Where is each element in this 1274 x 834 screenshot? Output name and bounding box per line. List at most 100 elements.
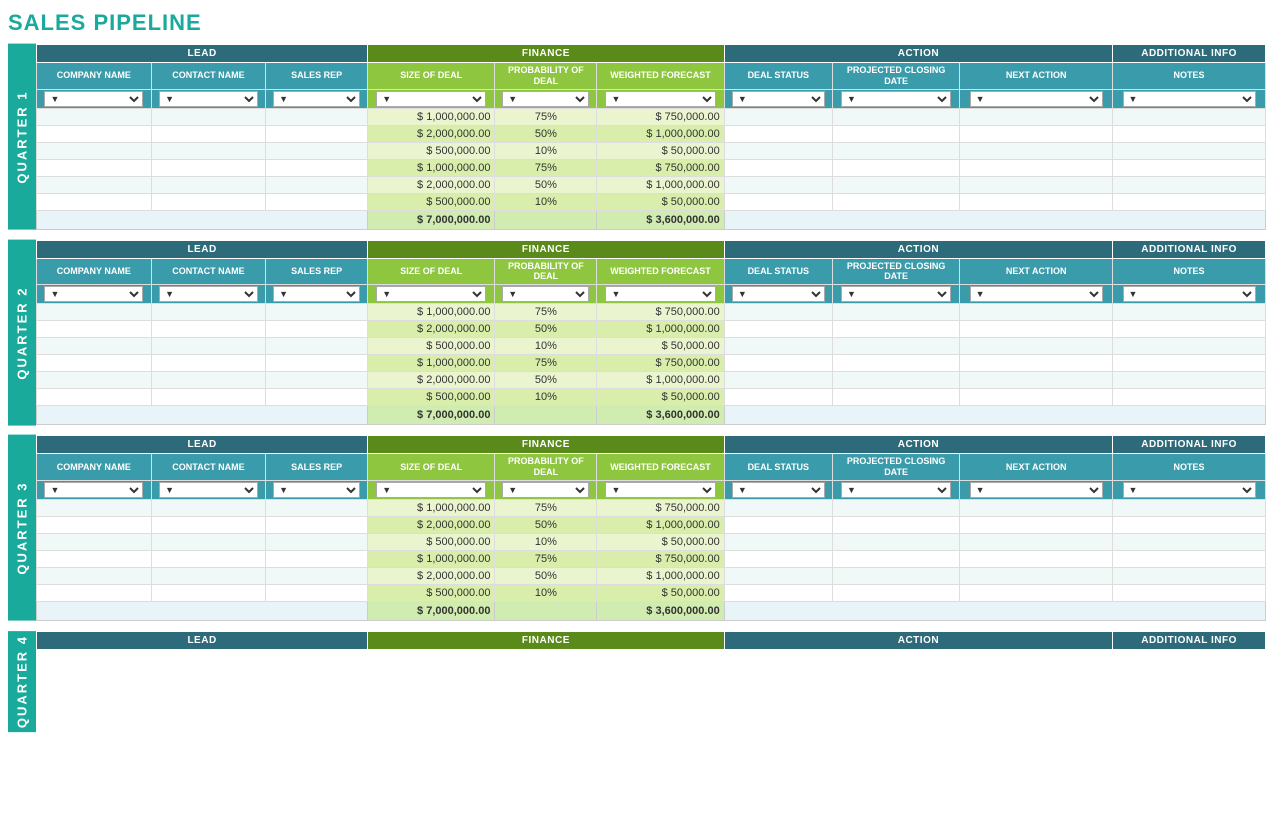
filter-contact-select[interactable]: ▼ [159, 286, 258, 302]
filter-nextaction: ▼ [960, 89, 1113, 108]
th-contact-name: CONTACT NAME [151, 63, 266, 90]
cell-weighted: $ 1,000,000.00 [597, 567, 724, 584]
filter-salesrep-select[interactable]: ▼ [273, 91, 360, 107]
cell-contact [151, 372, 266, 389]
filter-company-select[interactable]: ▼ [44, 286, 143, 302]
cell-contact [151, 338, 266, 355]
filter-contact-select[interactable]: ▼ [159, 482, 258, 498]
filter-company-select[interactable]: ▼ [44, 91, 143, 107]
quarter-label-q4: QUARTER 4 [8, 631, 36, 732]
cell-contact [151, 584, 266, 601]
th-next-action: NEXT ACTION [960, 63, 1113, 90]
filter-salesrep-select[interactable]: ▼ [273, 286, 360, 302]
cell-projdate [832, 125, 959, 142]
quarter-label: QUARTER 2 [8, 240, 36, 426]
filter-weighted-select[interactable]: ▼ [605, 91, 715, 107]
th-next-action: NEXT ACTION [960, 454, 1113, 481]
filter-salesrep-select[interactable]: ▼ [273, 482, 360, 498]
cell-dealstatus [724, 159, 832, 176]
filter-sizedeal-select[interactable]: ▼ [376, 286, 486, 302]
cell-projdate [832, 321, 959, 338]
section-finance-header: FINANCE [368, 240, 725, 258]
cell-projdate [832, 176, 959, 193]
filter-dealstatus: ▼ [724, 285, 832, 304]
filter-prob-select[interactable]: ▼ [502, 482, 589, 498]
filter-weighted-select[interactable]: ▼ [605, 482, 715, 498]
filter-prob-select[interactable]: ▼ [502, 91, 589, 107]
cell-prob: 75% [495, 355, 597, 372]
cell-notes [1113, 338, 1266, 355]
filter-projdate-select[interactable]: ▼ [841, 91, 951, 107]
filter-notes-select[interactable]: ▼ [1123, 286, 1256, 302]
filter-company-select[interactable]: ▼ [44, 482, 143, 498]
cell-projdate [832, 567, 959, 584]
cell-dealstatus [724, 321, 832, 338]
filter-projdate: ▼ [832, 89, 959, 108]
cell-notes [1113, 567, 1266, 584]
filter-dealstatus-select[interactable]: ▼ [732, 91, 825, 107]
cell-contact [151, 533, 266, 550]
cell-salesrep [266, 176, 368, 193]
filter-weighted: ▼ [597, 480, 724, 499]
cell-salesrep [266, 321, 368, 338]
filter-row: ▼ ▼ ▼ ▼ ▼ ▼ ▼ ▼ ▼ ▼ [37, 480, 1266, 499]
filter-contact-select[interactable]: ▼ [159, 91, 258, 107]
total-rest [724, 601, 1265, 620]
total-label [37, 210, 368, 229]
cell-company [37, 499, 152, 516]
cell-size: $ 500,000.00 [368, 338, 495, 355]
filter-projdate-select[interactable]: ▼ [841, 286, 951, 302]
table-row: $ 2,000,000.00 50% $ 1,000,000.00 [37, 125, 1266, 142]
filter-sizedeal: ▼ [368, 89, 495, 108]
cell-salesrep [266, 584, 368, 601]
cell-company [37, 567, 152, 584]
cell-size: $ 500,000.00 [368, 193, 495, 210]
filter-nextaction-select[interactable]: ▼ [970, 91, 1103, 107]
cell-company [37, 159, 152, 176]
page-title: SALES PIPELINE [8, 10, 1266, 36]
cell-size: $ 2,000,000.00 [368, 567, 495, 584]
filter-projdate-select[interactable]: ▼ [841, 482, 951, 498]
filter-sizedeal-select[interactable]: ▼ [376, 482, 486, 498]
cell-contact [151, 355, 266, 372]
cell-salesrep [266, 338, 368, 355]
cell-company [37, 389, 152, 406]
filter-notes-select[interactable]: ▼ [1123, 91, 1256, 107]
filter-nextaction-select[interactable]: ▼ [970, 482, 1103, 498]
filter-notes-select[interactable]: ▼ [1123, 482, 1256, 498]
table-container: LEAD FINANCE ACTION ADDITIONAL INFO COMP… [36, 240, 1266, 426]
cell-dealstatus [724, 125, 832, 142]
filter-sizedeal-select[interactable]: ▼ [376, 91, 486, 107]
cell-company [37, 584, 152, 601]
filter-nextaction-select[interactable]: ▼ [970, 286, 1103, 302]
cell-notes [1113, 142, 1266, 159]
th-probability-of-deal: PROBABILITY OF DEAL [495, 63, 597, 90]
filter-notes: ▼ [1113, 480, 1266, 499]
col-header-row: COMPANY NAME CONTACT NAME SALES REP SIZE… [37, 454, 1266, 481]
section-action-header: ACTION [724, 436, 1112, 454]
cell-contact [151, 108, 266, 125]
total-rest [724, 406, 1265, 425]
cell-notes [1113, 516, 1266, 533]
filter-sizedeal: ▼ [368, 480, 495, 499]
filter-prob-select[interactable]: ▼ [502, 286, 589, 302]
cell-weighted: $ 1,000,000.00 [597, 176, 724, 193]
filter-sizedeal: ▼ [368, 285, 495, 304]
section-header-row: LEAD FINANCE ACTION ADDITIONAL INFO [37, 240, 1266, 258]
cell-dealstatus [724, 355, 832, 372]
cell-weighted: $ 750,000.00 [597, 550, 724, 567]
cell-nextaction [960, 193, 1113, 210]
th-sales-rep: SALES REP [266, 454, 368, 481]
filter-dealstatus-select[interactable]: ▼ [732, 482, 825, 498]
cell-notes [1113, 389, 1266, 406]
cell-company [37, 338, 152, 355]
cell-nextaction [960, 499, 1113, 516]
cell-company [37, 108, 152, 125]
filter-weighted-select[interactable]: ▼ [605, 286, 715, 302]
th-size-of-deal: SIZE OF DEAL [368, 63, 495, 90]
cell-nextaction [960, 142, 1113, 159]
filter-row: ▼ ▼ ▼ ▼ ▼ ▼ ▼ ▼ ▼ ▼ [37, 89, 1266, 108]
section-addinfo-header-q4: ADDITIONAL INFO [1113, 631, 1266, 649]
cell-dealstatus [724, 176, 832, 193]
filter-dealstatus-select[interactable]: ▼ [732, 286, 825, 302]
